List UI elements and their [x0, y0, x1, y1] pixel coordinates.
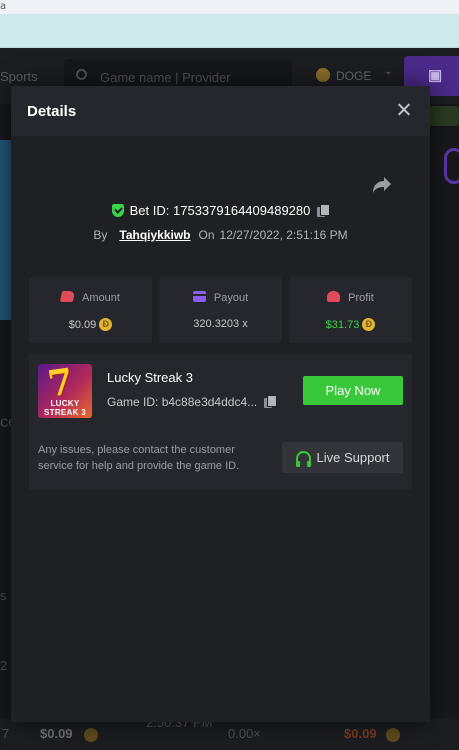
payout-value: 320.3203 x: [193, 318, 248, 330]
close-icon[interactable]: [394, 100, 414, 120]
stat-amount: Amount $0.09: [29, 277, 152, 343]
doge-coin-icon: [362, 318, 376, 331]
stat-profit: Profit $31.73: [289, 277, 412, 343]
verified-shield-icon: [111, 204, 124, 217]
share-icon[interactable]: [372, 176, 392, 194]
payout-card-icon: [192, 291, 206, 302]
profit-value: $31.73: [325, 319, 360, 331]
profit-label: Profit: [348, 292, 374, 304]
bg-text: s: [0, 588, 7, 603]
doge-coin-icon: [99, 318, 113, 331]
game-card: 7 LUCKY STREAK 3 Lucky Streak 3 Game ID:…: [29, 354, 412, 490]
coin-icon: [84, 728, 98, 742]
side-support-icon[interactable]: [444, 148, 459, 184]
amount-icon: [59, 291, 76, 302]
search-placeholder: Game name | Provider: [100, 70, 231, 85]
currency-selector[interactable]: DOGE: [336, 69, 371, 83]
game-id-value: b4c88e3d4ddc4...: [161, 395, 258, 409]
search-icon: [76, 69, 87, 80]
side-badge: [430, 106, 459, 126]
chevron-down-icon[interactable]: ⌄: [384, 66, 392, 77]
bet-id-value: 1753379164409489280: [173, 203, 311, 218]
live-support-button[interactable]: Live Support: [282, 442, 403, 473]
on-label: On: [198, 228, 215, 242]
copy-icon[interactable]: [264, 395, 278, 408]
modal-header: Details: [11, 86, 430, 136]
amount-value: $0.09: [68, 319, 97, 331]
game-id-label: Game ID:: [107, 395, 159, 409]
stat-payout: Payout 320.3203 x: [159, 277, 282, 343]
banner-image-edge: [0, 140, 11, 320]
browser-toolbar: [0, 14, 459, 48]
payout-label: Payout: [213, 292, 249, 304]
game-name: Lucky Streak 3: [107, 370, 193, 385]
amount-label: Amount: [82, 292, 120, 304]
game-id-line: Game ID: b4c88e3d4ddc4...: [107, 395, 278, 409]
modal-title: Details: [27, 103, 77, 120]
row-profit: $0.09: [344, 726, 377, 741]
bet-datetime: 12/27/2022, 2:51:16 PM: [219, 228, 348, 242]
browser-titlebar: a: [0, 0, 459, 14]
headphones-icon: [295, 451, 311, 467]
copy-icon[interactable]: [317, 204, 331, 217]
nav-sports-link[interactable]: Sports: [0, 69, 38, 84]
bet-table-row: 7 $0.09 2:50:37 PM 0.00× $0.09: [0, 715, 459, 750]
play-now-button[interactable]: Play Now: [303, 376, 403, 405]
row-payout: 0.00×: [228, 726, 261, 741]
row-amount: $0.09: [40, 726, 73, 741]
bet-id-label: Bet ID:: [129, 203, 170, 218]
username-link[interactable]: Tahqiykkiwb: [119, 228, 190, 242]
doge-coin-icon: [316, 68, 330, 82]
profit-icon: [327, 291, 341, 302]
by-label: By: [93, 228, 108, 242]
support-notice: Any issues, please contact the customer …: [38, 444, 240, 472]
coin-icon: [386, 728, 400, 742]
wallet-icon: ▣: [428, 67, 443, 84]
bg-text: 2: [0, 658, 8, 673]
bg-text: 7: [2, 726, 10, 741]
bet-byline: By Tahqiykkiwb On 12/27/2022, 2:51:16 PM: [11, 228, 430, 242]
bet-details-modal: Details Bet ID: 1753379164409489280 By Ta…: [11, 86, 430, 722]
live-support-label: Live Support: [316, 450, 390, 465]
thumbnail-logo-text: LUCKY STREAK 3: [44, 399, 86, 417]
game-thumbnail[interactable]: 7 LUCKY STREAK 3: [38, 364, 92, 418]
browser-tab-fragment: a: [0, 1, 7, 12]
bet-id-line: Bet ID: 1753379164409489280: [11, 203, 430, 218]
